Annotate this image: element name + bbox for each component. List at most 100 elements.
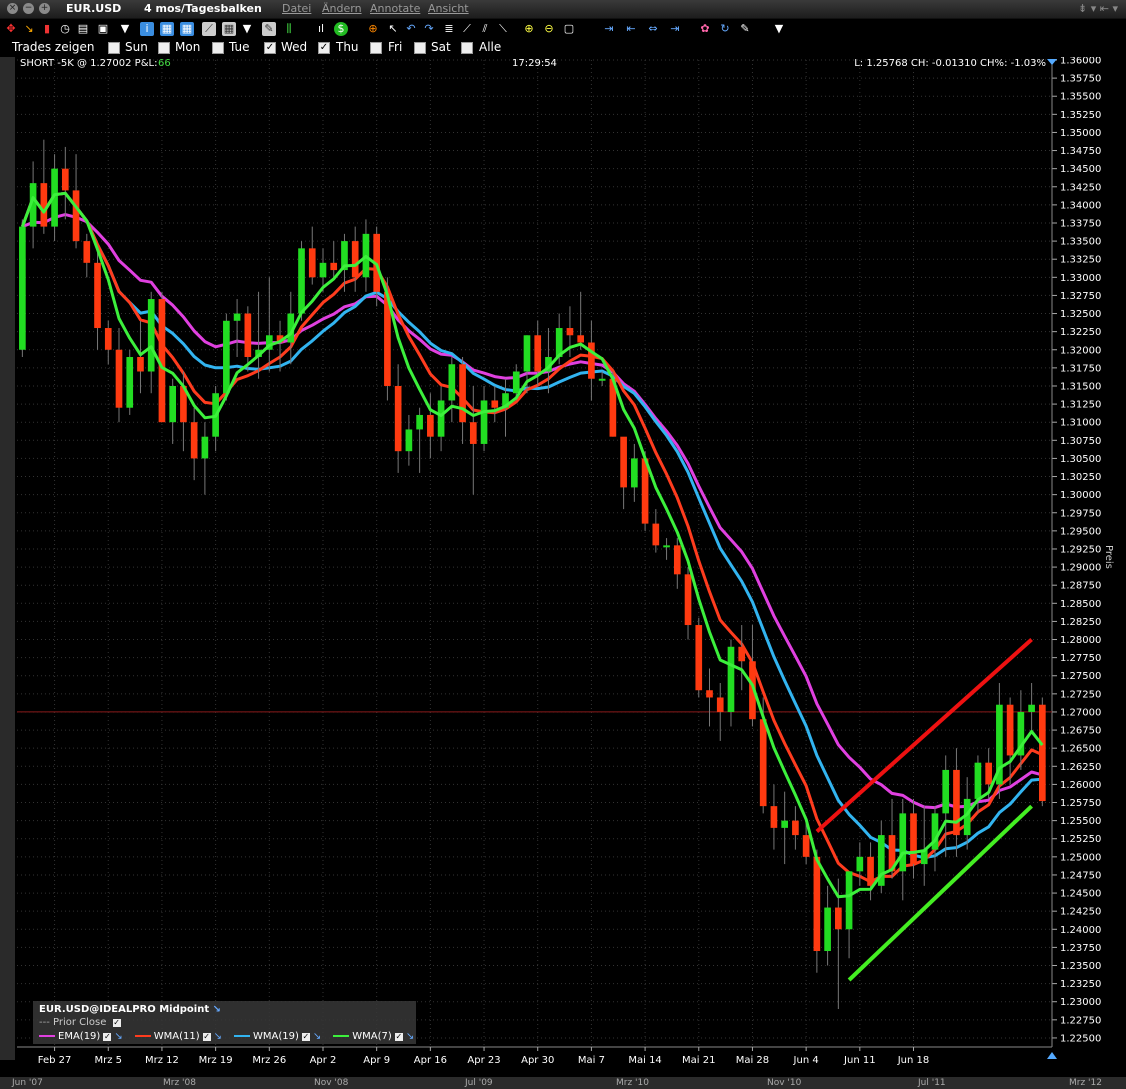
candle-body [308,248,316,278]
legend-swatch-icon [333,1035,350,1037]
time-table-icon[interactable]: ▦ [180,22,194,36]
settings-icon[interactable]: ✎ [738,22,752,36]
plot-area[interactable] [17,60,1052,1047]
bar-chart-icon[interactable]: ▮ [40,22,54,36]
navigator-label: Mrz '10 [616,1078,649,1088]
pointer-icon[interactable]: ↖ [386,22,400,36]
price-chart[interactable]: 1.36000 1.35750 1.35500 1.35250 1.35000 1.347… [0,57,1126,1077]
x-tick-label: Jun 11 [843,1055,876,1066]
y-tick-label: 1.35000 [1060,128,1101,139]
y-tick-label: 1.32750 [1060,291,1101,302]
target-icon[interactable]: ⊕ [366,22,380,36]
checkbox-wed[interactable]: ✓ [264,42,276,54]
legend-checkbox[interactable]: ✓ [202,1033,211,1041]
y-tick-label: 1.35750 [1060,74,1101,85]
y-tick-label: 1.26250 [1060,762,1101,773]
symbol-selector[interactable]: EUR.USD [66,2,121,15]
dollar-icon[interactable]: $ [334,22,348,36]
menu-datei[interactable]: Datei [282,2,311,15]
candle-body [319,262,327,278]
close-window-icon[interactable]: × [7,3,18,14]
window-controls-icon[interactable]: ⇟ ▾ ⇤ ▾ [1078,2,1118,15]
colors-icon[interactable]: ✿ [698,22,712,36]
legend-edit-icon[interactable]: ↘ [406,1031,414,1042]
layout-grid-icon[interactable]: ▦ [222,22,236,36]
menu-aendern[interactable]: Ändern [322,2,362,15]
legend-checkbox[interactable]: ✓ [103,1033,112,1041]
legend-item: EMA(19) ✓ ↘ [39,1031,123,1042]
draw-icon[interactable]: ✎ [262,22,276,36]
x-tick-label: Jun 4 [793,1055,819,1066]
zoom-in-icon[interactable]: ⊕ [522,22,536,36]
expand-icon[interactable]: ⇔ [646,22,660,36]
y-tick-label: 1.27000 [1060,707,1101,718]
x-tick-label: Apr 23 [467,1055,500,1066]
line-chart-icon[interactable]: ⟋ [202,22,216,36]
candle-body [394,385,402,452]
candle-body [448,364,456,401]
candle-body [770,806,778,828]
y-tick-label: 1.29250 [1060,544,1101,555]
data-table-icon[interactable]: ▦ [160,22,174,36]
legend-checkbox[interactable]: ✓ [394,1033,403,1041]
zoom-page-icon[interactable]: ▣ [96,22,110,36]
timeframe-selector[interactable]: 4 mos/Tagesbalken [144,2,262,15]
y-tick-label: 1.33500 [1060,237,1101,248]
legend-item: WMA(7) ✓ ↘ [333,1031,414,1042]
checkbox-thu[interactable]: ✓ [318,42,330,54]
volume-icon[interactable]: ıl [314,22,328,36]
checkbox-mon[interactable] [158,42,170,54]
legend-edit-icon[interactable]: ↘ [114,1031,122,1042]
x-tick-label: Apr 2 [310,1055,337,1066]
candle-body [942,769,950,814]
edit-wrench-icon[interactable]: ↘ [213,1004,221,1015]
checkbox-tue[interactable] [212,42,224,54]
candle-body [437,400,445,437]
minimize-window-icon[interactable]: − [23,3,34,14]
redo-icon[interactable]: ↷ [422,22,436,36]
last-price-info: L: 1.25768 CH: -0.01310 CH%: -1.03% [854,58,1046,69]
checkbox-alle[interactable] [461,42,473,54]
navigator-label: Mrz '08 [163,1078,196,1088]
cursor-icon[interactable]: ↘ [22,22,36,36]
fibonacci-icon[interactable]: ≣ [442,22,456,36]
checkbox-sat[interactable] [414,42,426,54]
checkbox-fri[interactable] [370,42,382,54]
zoom-out-icon[interactable]: ⊖ [542,22,556,36]
trendline-icon[interactable]: ⟋ [460,22,474,36]
y-tick-label: 1.28750 [1060,581,1101,592]
gann-icon[interactable]: ⟍ [496,22,510,36]
legend-edit-icon[interactable]: ↘ [214,1031,222,1042]
parallel-lines-icon[interactable]: ⫽ [478,22,492,36]
clock-icon[interactable]: ◷ [58,22,72,36]
info-icon[interactable]: i [140,22,154,36]
studies-icon[interactable]: ⫼ [282,22,296,36]
refresh-icon[interactable]: ↻ [718,22,732,36]
candle-body [738,646,746,662]
candle-body [706,690,713,698]
checkbox-sun[interactable] [108,42,120,54]
candle-body [684,574,692,626]
fit-icon[interactable]: ▢ [562,22,576,36]
menu-annotate[interactable]: Annotate [370,2,420,15]
scroll-left-icon[interactable]: ⇤ [624,22,638,36]
candle-body [631,458,638,488]
undo-icon[interactable]: ↶ [404,22,418,36]
more-dropdown-icon[interactable]: ▼ [772,22,786,36]
candle-body [147,299,155,372]
layout-dropdown-icon[interactable]: ▼ [240,22,254,36]
navigator-strip[interactable]: Jun '07 Mrz '08 Nov '08 Jul '09 Mrz '10 Nov '… [0,1077,1126,1089]
crosshair-icon[interactable]: ✥ [4,22,18,36]
prior-close-checkbox[interactable]: ✓ [112,1019,121,1027]
menu-ansicht[interactable]: Ansicht [428,2,469,15]
legend-checkbox[interactable]: ✓ [301,1033,310,1041]
scroll-down-icon[interactable] [1047,1052,1057,1059]
dropdown-icon[interactable]: ▼ [118,22,132,36]
legend-edit-icon[interactable]: ↘ [313,1031,321,1042]
scroll-start-icon[interactable]: ⇥ [602,22,616,36]
scroll-end-icon[interactable]: ⇥ [668,22,682,36]
candle-body [427,414,434,437]
maximize-window-icon[interactable]: + [39,3,50,14]
chart-type-icon[interactable]: ▤ [76,22,90,36]
y-tick-label: 1.23000 [1060,997,1101,1008]
